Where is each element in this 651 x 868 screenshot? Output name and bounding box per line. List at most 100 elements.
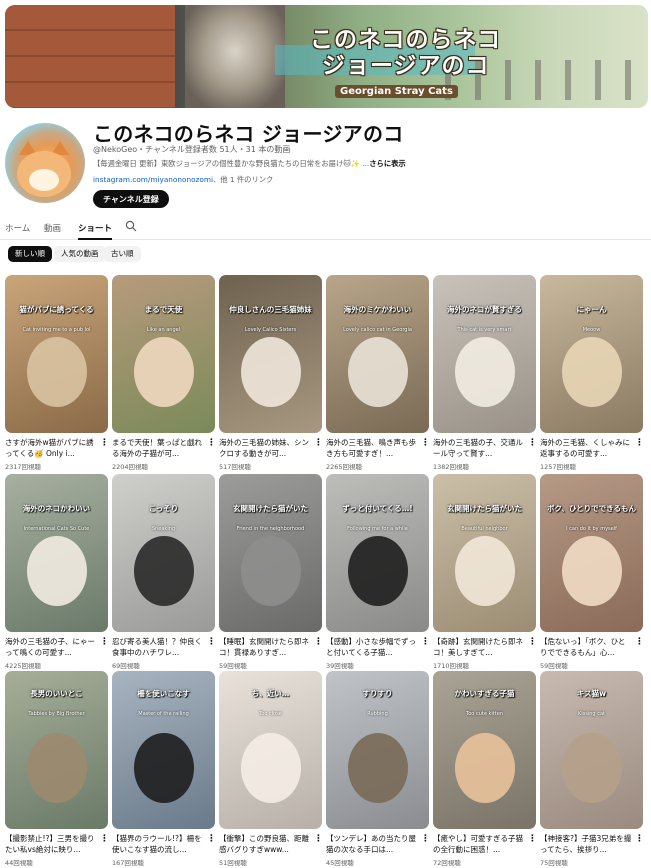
short-thumbnail[interactable]: 玄関開けたら猫がいた Beautiful neighbor (433, 474, 536, 632)
short-card[interactable]: 海外のミケかわいい Lovely calico cat in Georgia 海外の… (326, 275, 430, 471)
short-thumbnail[interactable]: こっそり Sneaking (112, 474, 215, 632)
more-options-icon[interactable]: ⋮ (421, 438, 430, 448)
show-more-link[interactable]: さらに表示 (369, 159, 405, 168)
short-card[interactable]: 柵を使いこなす Master of the railing 【猫界のラウール!?】柵… (112, 671, 216, 867)
short-thumbnail[interactable]: ち、近い… Too close (219, 671, 322, 829)
banner-brick-wall (5, 5, 175, 108)
short-overlay-caption: This cat is very smart (457, 327, 512, 333)
more-options-icon[interactable]: ⋮ (314, 834, 323, 844)
short-view-count: 45回視聴 (326, 859, 354, 867)
short-thumbnail[interactable]: 長男のいいとこ Tabbies by Big Brother (5, 671, 108, 829)
filter-oldest[interactable]: 古い順 (104, 246, 141, 262)
short-title[interactable]: まるで天使！葉っぱと戯れる海外の子猫が可... (112, 437, 204, 459)
short-card[interactable]: まるで天使 Like an angel まるで天使！葉っぱと戯れる海外の子猫が可..… (112, 275, 216, 471)
short-title[interactable]: 【危ないっ】「ボク、ひとりでできるもん」心... (540, 636, 632, 658)
search-icon[interactable] (125, 220, 137, 232)
short-thumbnail[interactable]: 仲良しさんの三毛猫姉妹 Lovely Calico Sisters (219, 275, 322, 433)
short-title[interactable]: 【睡眠】玄関開けたら即ネコ！貫禄ありすぎ... (219, 636, 311, 658)
short-thumbnail[interactable]: 柵を使いこなす Master of the railing (112, 671, 215, 829)
short-overlay-caption: Like an angel (146, 327, 181, 333)
more-options-icon[interactable]: ⋮ (314, 438, 323, 448)
short-thumbnail[interactable]: ずっと付いてくる…! Following me for a while (326, 474, 429, 632)
tab-home[interactable]: ホーム (5, 222, 30, 240)
short-title[interactable]: 【撮影禁止!?】三男を撮りたい私vs絶対に映り... (5, 833, 97, 855)
more-options-icon[interactable]: ⋮ (421, 637, 430, 647)
short-thumbnail[interactable]: 海外のネコかわいい International Cats So Cute (5, 474, 108, 632)
short-thumbnail[interactable]: にゃーん Meoow (540, 275, 643, 433)
short-title[interactable]: 【奇跡】玄関開けたら即ネコ！美しすぎて... (433, 636, 525, 658)
more-options-icon[interactable]: ⋮ (207, 438, 216, 448)
more-options-icon[interactable]: ⋮ (635, 834, 644, 844)
short-card[interactable]: 海外のネコが賢すぎる This cat is very smart 海外の三毛猫の子… (433, 275, 537, 471)
more-options-icon[interactable]: ⋮ (528, 637, 537, 647)
subscribe-button[interactable]: チャンネル登録 (93, 190, 169, 208)
short-title[interactable]: 【ツンデレ】あの当たり屋猫の次なる手口は... (326, 833, 418, 855)
short-card[interactable]: 仲良しさんの三毛猫姉妹 Lovely Calico Sisters 海外の三毛猫の姉… (219, 275, 323, 471)
short-thumbnail[interactable]: まるで天使 Like an angel (112, 275, 215, 433)
short-thumbnail[interactable]: 海外のネコが賢すぎる This cat is very smart (433, 275, 536, 433)
short-card[interactable]: ち、近い… Too close 【衝撃】この野良猫、距離感バグりすぎwww... ⋮ 5… (219, 671, 323, 867)
short-card[interactable]: 玄関開けたら猫がいた Beautiful neighbor 【奇跡】玄関開けたら即ネ… (433, 474, 537, 670)
short-thumbnail[interactable]: かわいすぎる子猫 Too cute kitten (433, 671, 536, 829)
short-thumbnail[interactable]: 玄関開けたら猫がいた Friend in the neighborhood (219, 474, 322, 632)
short-title[interactable]: 海外の三毛猫の子、にゃーって鳴くの可愛す... (5, 636, 97, 658)
short-title[interactable]: 海外の三毛猫の姉妹、シンクロする動きが可... (219, 437, 311, 459)
short-cat-figure (562, 337, 622, 407)
short-card[interactable]: にゃーん Meoow 海外の三毛猫、くしゃみに返事するの可愛す... ⋮ 1257回視聴 (540, 275, 644, 471)
short-overlay-caption: Sneaking (151, 526, 176, 532)
short-overlay-caption: Lovely Calico Sisters (244, 327, 297, 333)
short-title[interactable]: 海外の三毛猫、鳴き声も歩き方も可愛すぎ！... (326, 437, 418, 459)
more-options-icon[interactable]: ⋮ (207, 834, 216, 844)
short-cat-figure (241, 337, 301, 407)
more-options-icon[interactable]: ⋮ (421, 834, 430, 844)
short-card[interactable]: すりすり Rubbing 【ツンデレ】あの当たり屋猫の次なる手口は... ⋮ 45回視聴 (326, 671, 430, 867)
short-card[interactable]: キス猫w Kissing cat 【神接客?】子猫3兄弟を撮ってたら、挨拶り... ⋮… (540, 671, 644, 867)
short-cat-figure (348, 536, 408, 606)
short-view-count: 44回視聴 (5, 859, 33, 867)
more-options-icon[interactable]: ⋮ (635, 438, 644, 448)
tab-shorts[interactable]: ショート (78, 222, 113, 240)
channel-link-more[interactable]: 、他 1 件のリンク (213, 175, 273, 184)
short-title[interactable]: 【神接客?】子猫3兄弟を撮ってたら、挨拶り... (540, 833, 632, 855)
more-options-icon[interactable]: ⋮ (314, 637, 323, 647)
short-card[interactable]: こっそり Sneaking 忍び寄る美人猫！？仲良く食事中のハチワレ... ⋮ 69回視… (112, 474, 216, 670)
short-title[interactable]: 忍び寄る美人猫！？仲良く食事中のハチワレ... (112, 636, 204, 658)
more-options-icon[interactable]: ⋮ (207, 637, 216, 647)
more-options-icon[interactable]: ⋮ (635, 637, 644, 647)
short-title[interactable]: 【衝撃】この野良猫、距離感バグりすぎwww... (219, 833, 311, 855)
channel-avatar[interactable] (5, 123, 85, 203)
short-overlay-text: すりすり (362, 689, 393, 698)
channel-description[interactable]: 【毎週金曜日 更新】東欧ジョージアの個性豊かな野良猫たちの日常をお届け🐱✨ ..… (93, 159, 406, 169)
short-thumbnail[interactable]: ボク、ひとりでできるもん I can do it by myself (540, 474, 643, 632)
short-title[interactable]: 海外の三毛猫、くしゃみに返事するの可愛す... (540, 437, 632, 459)
short-view-count: 2204回視聴 (112, 463, 149, 471)
short-card[interactable]: 海外のネコかわいい International Cats So Cute 海外の三毛… (5, 474, 109, 670)
more-options-icon[interactable]: ⋮ (528, 438, 537, 448)
short-thumbnail[interactable]: キス猫w Kissing cat (540, 671, 643, 829)
short-title[interactable]: 【癒やし】可愛すぎる子猫の全行動に困惑！... (433, 833, 525, 855)
short-thumbnail[interactable]: すりすり Rubbing (326, 671, 429, 829)
short-title[interactable]: さすが海外w猫がパブに誘ってくる🥳 Only i... (5, 437, 97, 459)
channel-description-text: 【毎週金曜日 更新】東欧ジョージアの個性豊かな野良猫たちの日常をお届け🐱✨ ..… (93, 159, 370, 168)
short-thumbnail[interactable]: 海外のミケかわいい Lovely calico cat in Georgia (326, 275, 429, 433)
filter-newest[interactable]: 新しい順 (8, 246, 52, 262)
short-title[interactable]: 【猫界のラウール!?】柵を使いこなす猫の流し... (112, 833, 204, 855)
short-card[interactable]: かわいすぎる子猫 Too cute kitten 【癒やし】可愛すぎる子猫の全行動に… (433, 671, 537, 867)
more-options-icon[interactable]: ⋮ (528, 834, 537, 844)
short-card[interactable]: ボク、ひとりでできるもん I can do it by myself 【危ないっ】「… (540, 474, 644, 670)
short-view-count: 2265回視聴 (326, 463, 363, 471)
short-card[interactable]: 猫がパブに誘ってくる Cat inviting me to a pub lol さす… (5, 275, 109, 471)
channel-link-url[interactable]: instagram.com/miyanononozomi (93, 175, 213, 184)
short-overlay-caption: Too close (259, 711, 282, 717)
short-thumbnail[interactable]: 猫がパブに誘ってくる Cat inviting me to a pub lol (5, 275, 108, 433)
short-title[interactable]: 海外の三毛猫の子、交通ルール守って賢す... (433, 437, 525, 459)
more-options-icon[interactable]: ⋮ (100, 438, 109, 448)
short-title[interactable]: 【感動】小さな歩幅でずっと付いてくる子猫... (326, 636, 418, 658)
more-options-icon[interactable]: ⋮ (100, 834, 109, 844)
short-card[interactable]: 玄関開けたら猫がいた Friend in the neighborhood 【睡眠】… (219, 474, 323, 670)
tab-videos[interactable]: 動画 (44, 222, 61, 240)
short-card[interactable]: ずっと付いてくる…! Following me for a while 【感動】小さ… (326, 474, 430, 670)
short-card[interactable]: 長男のいいとこ Tabbies by Big Brother 【撮影禁止!?】三男を… (5, 671, 109, 867)
more-options-icon[interactable]: ⋮ (100, 637, 109, 647)
filter-popular[interactable]: 人気の動画 (54, 246, 106, 262)
